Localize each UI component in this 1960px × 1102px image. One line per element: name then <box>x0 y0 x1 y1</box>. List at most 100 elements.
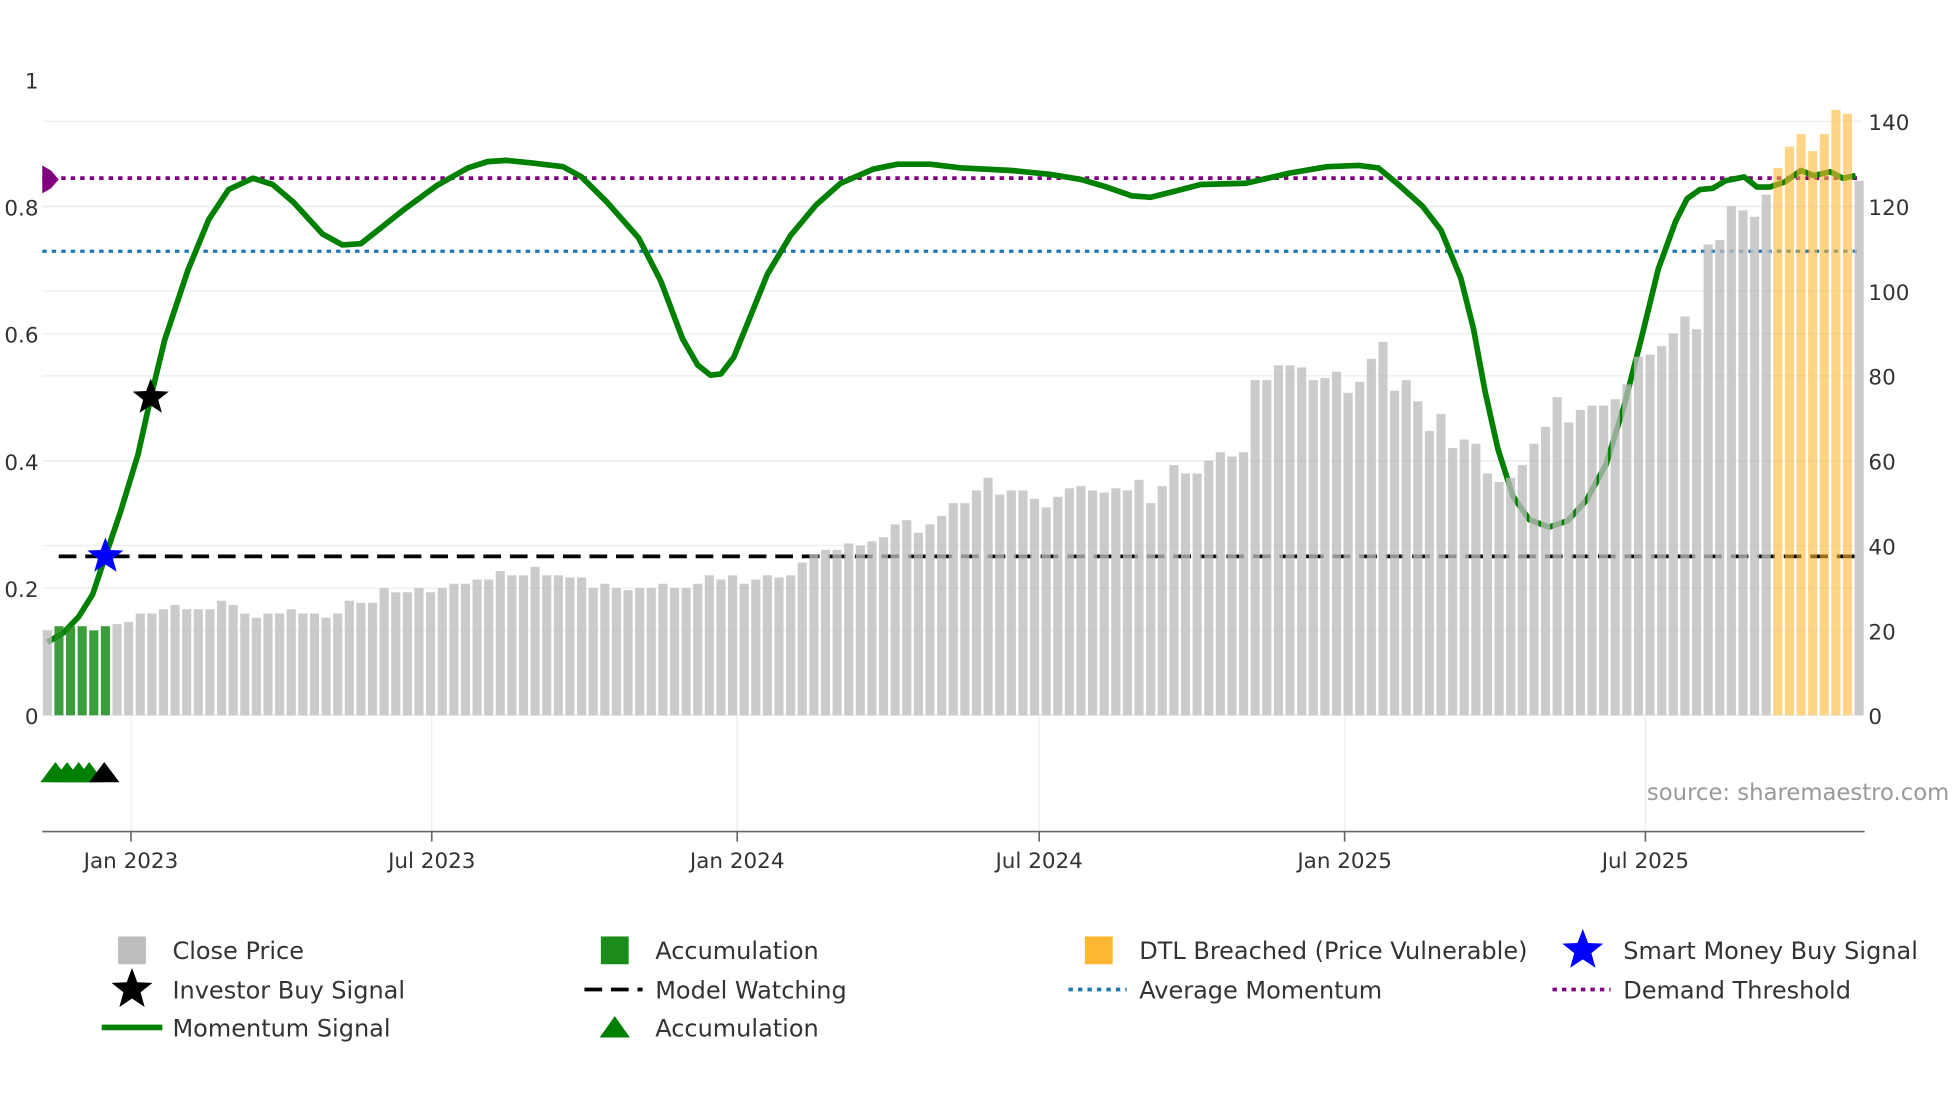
close-price-bar <box>1471 443 1481 716</box>
close-price-bar <box>646 588 656 716</box>
legend-label: Momentum Signal <box>172 1014 390 1042</box>
close-price-bar <box>1076 486 1086 716</box>
smart-money-buy-star <box>87 537 124 572</box>
x-tick-label: Jul 2025 <box>1600 849 1689 874</box>
close-price-bar <box>937 515 947 716</box>
accumulation-bar <box>89 630 99 716</box>
accumulation-bar <box>100 626 110 716</box>
close-price-bar <box>1703 244 1713 716</box>
close-price-bar <box>1006 490 1016 716</box>
close-price-bar <box>623 590 633 716</box>
momentum-price-chart: Jan 2023 Jul 2023 Jan 2024 Jul 2024 Jan 2025… <box>4 69 1949 1042</box>
close-price-bar <box>635 588 645 716</box>
accumulation-bar <box>77 626 87 716</box>
close-price-bar <box>402 592 412 716</box>
close-price-bar <box>786 575 796 716</box>
close-price-bar <box>1738 210 1748 716</box>
close-price-bar <box>1750 216 1760 716</box>
close-price-bar <box>309 613 320 716</box>
close-price-bar <box>1564 422 1574 716</box>
close-price-bar <box>240 613 250 716</box>
dtl-breached-bar <box>1808 151 1818 716</box>
close-price-bar <box>356 602 366 716</box>
legend-label: Demand Threshold <box>1623 976 1851 1004</box>
right-tick-label: 0 <box>1868 705 1882 730</box>
close-price-bar <box>693 583 703 716</box>
close-price-bar <box>577 577 587 716</box>
source-label: source: sharemaestro.com <box>1647 780 1949 806</box>
close-price-bar <box>217 600 227 716</box>
close-price-bar <box>182 609 192 716</box>
investor-star-icon <box>111 968 153 1007</box>
right-tick-label: 140 <box>1868 111 1909 136</box>
close-price-bar <box>286 609 296 716</box>
close-price-bar <box>437 588 447 716</box>
close-price-bar <box>1157 486 1167 716</box>
close-price-bar <box>1854 180 1864 716</box>
left-tick-label: 0.8 <box>4 197 38 222</box>
close-price-bar <box>1587 405 1597 716</box>
close-price-bar <box>193 609 203 716</box>
close-price-bar <box>867 541 877 716</box>
close-price-bar <box>518 575 529 716</box>
close-price-bar <box>1413 401 1423 716</box>
close-price-bar <box>391 592 401 716</box>
close-price-bar <box>124 621 134 716</box>
close-price-bar <box>704 575 714 716</box>
close-price-bar <box>681 588 691 716</box>
close-price-bar <box>879 537 889 716</box>
close-price-bar <box>1029 498 1040 716</box>
accumulation-bar <box>66 626 76 716</box>
legend-label: Average Momentum <box>1139 976 1382 1004</box>
close-price-bar <box>1645 354 1655 716</box>
right-tick-label: 120 <box>1868 196 1909 221</box>
close-price-bar <box>809 554 819 716</box>
close-price-bar <box>588 588 598 716</box>
close-price-bar <box>1529 443 1539 716</box>
legend-label: Accumulation <box>655 1014 819 1042</box>
close-price-bar <box>1599 405 1609 716</box>
close-price-bar <box>1262 380 1272 716</box>
close-price-bar <box>379 588 389 716</box>
close-price-bar <box>1715 240 1725 716</box>
close-price-bar <box>275 613 285 716</box>
legend-label: Model Watching <box>655 976 847 1004</box>
close-price-bar <box>1053 496 1063 716</box>
close-price-bar <box>367 602 378 716</box>
close-price-bar <box>1424 431 1434 716</box>
close-price-bar <box>716 579 726 716</box>
close-price-bar <box>774 577 784 716</box>
close-price-bar <box>1401 380 1411 716</box>
close-price-bar <box>925 524 935 716</box>
close-price-bar <box>344 600 354 716</box>
close-price-bar <box>1552 397 1562 716</box>
close-price-bar <box>1355 381 1365 716</box>
close-price-bar <box>1691 329 1702 716</box>
close-price-bar <box>960 503 970 716</box>
close-price-bar <box>1366 358 1376 716</box>
close-price-bar <box>495 571 505 716</box>
close-price-bar <box>251 617 261 716</box>
demand-threshold-diamond <box>42 165 59 194</box>
close-price-bar <box>1215 452 1225 716</box>
close-price-bar <box>1285 365 1295 716</box>
close-price-bar <box>1122 490 1132 716</box>
close-price-bar <box>1018 490 1028 716</box>
close-price-swatch <box>118 936 146 965</box>
close-price-bar <box>1227 456 1237 716</box>
close-price-bar <box>158 609 169 716</box>
close-price-bar <box>42 630 52 716</box>
close-price-bar <box>844 543 854 716</box>
legend-label: Smart Money Buy Signal <box>1623 937 1918 965</box>
x-tick-label: Jan 2025 <box>1295 849 1392 874</box>
close-price-bar <box>553 575 563 716</box>
close-price-bar <box>995 494 1005 716</box>
close-price-bar <box>1146 503 1156 716</box>
dtl-breached-swatch <box>1084 936 1113 965</box>
close-price-bar <box>1482 473 1493 716</box>
close-price-bar <box>820 549 831 716</box>
close-price-bar <box>890 524 900 716</box>
close-price-bar <box>1494 481 1504 716</box>
close-price-bar <box>1169 464 1179 716</box>
close-price-bar <box>1111 488 1121 716</box>
